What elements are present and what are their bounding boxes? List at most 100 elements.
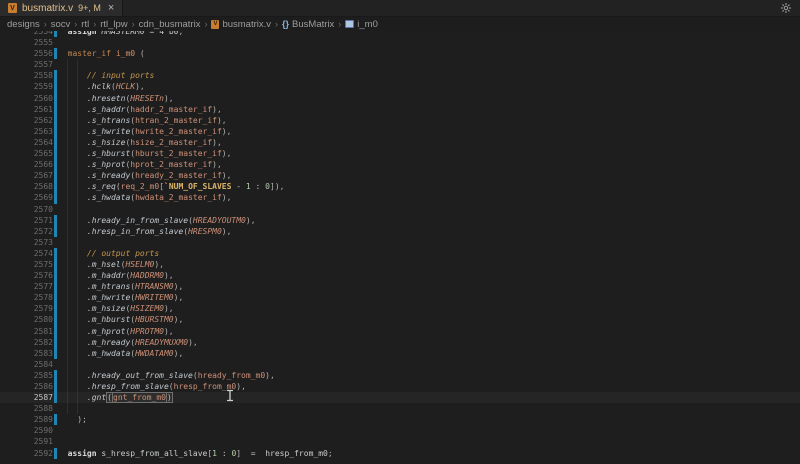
gutter [53, 81, 58, 92]
git-modified-indicator [54, 215, 57, 226]
code-line-2559[interactable]: 2559 .hclk(HCLK), [0, 81, 800, 92]
gutter [53, 414, 58, 425]
git-modified-indicator [54, 337, 57, 348]
gutter [53, 348, 58, 359]
breadcrumb-label: rtl [81, 19, 89, 30]
gutter [53, 370, 58, 381]
code-line-2584[interactable]: 2584 [0, 359, 800, 370]
code-line-2591[interactable]: 2591 [0, 436, 800, 447]
breadcrumb-item-rtl_lpw[interactable]: rtl_lpw [100, 19, 127, 30]
code-line-2588[interactable]: 2588 [0, 403, 800, 414]
code-line-2585[interactable]: 2585 .hready_out_from_slave(hready_from_… [0, 370, 800, 381]
line-number: 2588 [0, 403, 53, 414]
line-number: 2580 [0, 314, 53, 325]
code-line-2589[interactable]: 2589 ); [0, 414, 800, 425]
settings-button[interactable] [772, 0, 800, 16]
git-modified-indicator [54, 381, 57, 392]
code-line-2555[interactable]: 2555 [0, 37, 800, 48]
breadcrumb-item-cdn_busmatrix[interactable]: cdn_busmatrix [139, 19, 201, 30]
code-line-2561[interactable]: 2561 .s_haddr(haddr_2_master_if), [0, 104, 800, 115]
code-line-2568[interactable]: 2568 .s_req(req_2_m0[`NUM_OF_SLAVES - 1 … [0, 181, 800, 192]
code-line-2556[interactable]: 2556 master_if i_m0 ( [0, 48, 800, 59]
code-text: assign s_hresp_from_all_slave[1 : 0] = h… [58, 448, 800, 459]
line-number: 2579 [0, 303, 53, 314]
tab-bar: V busmatrix.v 9+, M × [0, 0, 800, 17]
gutter [53, 93, 58, 104]
git-modified-indicator [54, 326, 57, 337]
code-line-2563[interactable]: 2563 .s_hwrite(hwrite_2_master_if), [0, 126, 800, 137]
line-number: 2586 [0, 381, 53, 392]
line-number: 2582 [0, 337, 53, 348]
code-line-2557[interactable]: 2557 [0, 59, 800, 70]
code-line-2592[interactable]: 2592 assign s_hresp_from_all_slave[1 : 0… [0, 448, 800, 459]
breadcrumb-separator: › [44, 19, 47, 29]
code-line-2582[interactable]: 2582 .m_hready(HREADYMUXM0), [0, 337, 800, 348]
line-number: 2566 [0, 159, 53, 170]
git-modified-indicator [54, 392, 57, 403]
breadcrumb-label: BusMatrix [292, 19, 334, 30]
code-text: .m_hwdata(HWDATAM0), [58, 348, 800, 359]
tab-busmatrix[interactable]: V busmatrix.v 9+, M × [0, 0, 123, 16]
git-modified-indicator [54, 48, 57, 59]
code-line-2567[interactable]: 2567 .s_hready(hready_2_master_if), [0, 170, 800, 181]
code-line-2575[interactable]: 2575 .m_hsel(HSELM0), [0, 259, 800, 270]
code-line-2571[interactable]: 2571 .hready_in_from_slave(HREADYOUTM0), [0, 215, 800, 226]
breadcrumb-item-rtl[interactable]: rtl [81, 19, 89, 30]
code-text: master_if i_m0 ( [58, 48, 800, 59]
line-number: 2585 [0, 370, 53, 381]
code-line-2579[interactable]: 2579 .m_hsize(HSIZEM0), [0, 303, 800, 314]
git-modified-indicator [54, 148, 57, 159]
code-line-2565[interactable]: 2565 .s_hburst(hburst_2_master_if), [0, 148, 800, 159]
code-line-2570[interactable]: 2570 [0, 204, 800, 215]
code-line-2581[interactable]: 2581 .m_hprot(HPROTM0), [0, 326, 800, 337]
breadcrumb-item-i_m0[interactable]: i_m0 [345, 19, 378, 30]
code-line-2566[interactable]: 2566 .s_hprot(hprot_2_master_if), [0, 159, 800, 170]
symbol-module-icon: {} [282, 19, 289, 29]
code-line-2580[interactable]: 2580 .m_hburst(HBURSTM0), [0, 314, 800, 325]
code-text: .m_hsize(HSIZEM0), [58, 303, 800, 314]
close-icon[interactable]: × [108, 3, 114, 14]
git-modified-indicator [54, 370, 57, 381]
gutter [53, 436, 58, 447]
breadcrumb-item-busmatrix[interactable]: {}BusMatrix [282, 19, 334, 30]
gutter [53, 337, 58, 348]
line-number: 2569 [0, 192, 53, 203]
line-number: 2589 [0, 414, 53, 425]
code-line-2586[interactable]: 2586 .hresp_from_slave(hresp_from_m0), [0, 381, 800, 392]
gutter [53, 270, 58, 281]
gutter [53, 237, 58, 248]
code-text: .hresp_in_from_slave(HRESPM0), [58, 226, 800, 237]
code-text: .s_hsize(hsize_2_master_if), [58, 137, 800, 148]
code-line-2558[interactable]: 2558 // input ports [0, 70, 800, 81]
breadcrumb-item-busmatrix-v[interactable]: Vbusmatrix.v [211, 19, 271, 30]
gutter [53, 170, 58, 181]
gutter [53, 215, 58, 226]
code-line-2583[interactable]: 2583 .m_hwdata(HWDATAM0), [0, 348, 800, 359]
code-text: .s_hburst(hburst_2_master_if), [58, 148, 800, 159]
breadcrumb-item-designs[interactable]: designs [7, 19, 40, 30]
code-line-2560[interactable]: 2560 .hresetn(HRESETn), [0, 93, 800, 104]
code-line-2590[interactable]: 2590 [0, 425, 800, 436]
code-text: .s_hprot(hprot_2_master_if), [58, 159, 800, 170]
gutter [53, 248, 58, 259]
code-text [58, 403, 800, 414]
code-line-2577[interactable]: 2577 .m_htrans(HTRANSM0), [0, 281, 800, 292]
code-line-2574[interactable]: 2574 // output ports [0, 248, 800, 259]
code-line-2572[interactable]: 2572 .hresp_in_from_slave(HRESPM0), [0, 226, 800, 237]
breadcrumb-item-socv[interactable]: socv [51, 19, 71, 30]
code-line-2576[interactable]: 2576 .m_haddr(HADDRM0), [0, 270, 800, 281]
code-line-2562[interactable]: 2562 .s_htrans(htran_2_master_if), [0, 115, 800, 126]
gutter [53, 204, 58, 215]
lightbulb-icon[interactable] [60, 392, 70, 403]
line-number: 2565 [0, 148, 53, 159]
code-line-2569[interactable]: 2569 .s_hwdata(hwdata_2_master_if), [0, 192, 800, 203]
tab-dirty-badge: 9+, M [78, 3, 101, 13]
gear-icon [780, 2, 792, 14]
code-line-2578[interactable]: 2578 .m_hwrite(HWRITEM0), [0, 292, 800, 303]
code-editor[interactable]: 2554 assign HMASTERM0 = 4'b0;25552556 ma… [0, 31, 800, 464]
line-number: 2570 [0, 204, 53, 215]
code-line-2587[interactable]: 2587 .gnt(gnt_from_m0) [0, 392, 800, 403]
code-line-2564[interactable]: 2564 .s_hsize(hsize_2_master_if), [0, 137, 800, 148]
code-text: .m_hprot(HPROTM0), [58, 326, 800, 337]
code-line-2573[interactable]: 2573 [0, 237, 800, 248]
